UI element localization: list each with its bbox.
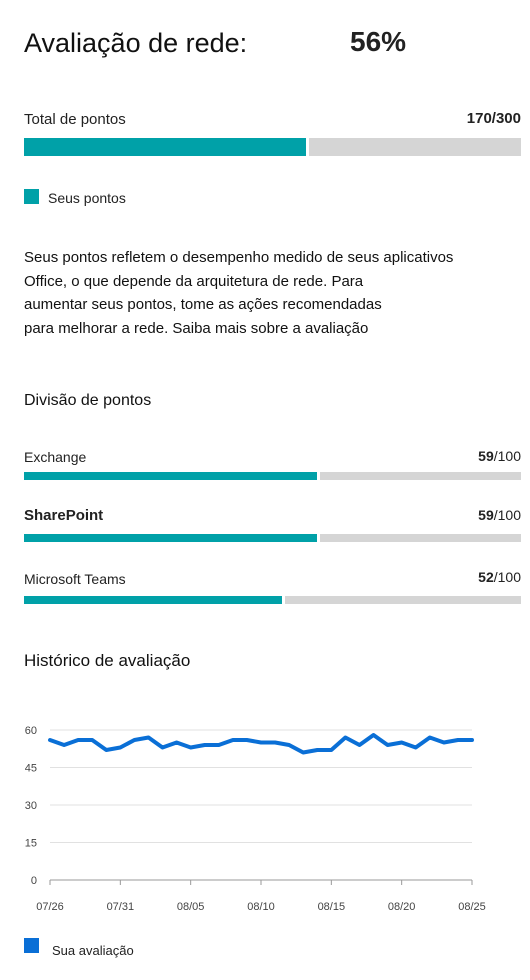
description-line: para melhorar a rede. Saiba mais sobre a… [24,319,369,337]
history-legend-swatch [24,938,39,953]
breakdown-bar-fill [24,596,282,604]
x-tick-label: 08/20 [388,901,416,913]
description-line: Office, o que depende da arquitetura de … [24,272,364,290]
total-points-bar [24,138,521,156]
legend-swatch [24,189,39,204]
breakdown-value-exchange: 59/100 [478,448,521,464]
breakdown-title: Divisão de pontos [24,392,152,409]
x-tick-label: 07/31 [107,901,135,913]
history-legend-label: Sua avaliação [52,943,134,958]
breakdown-bar-fill [24,534,317,542]
description-line: aumentar seus pontos, tome as ações reco… [24,296,382,313]
breakdown-bar-divider [317,472,320,480]
y-tick-label: 60 [25,725,37,737]
breakdown-label-teams: Microsoft Teams [24,571,126,587]
history-line-chart: 0 15 30 45 60 07/26 07/31 08/05 08/10 08/15 08/20 0… [25,725,486,913]
x-tick-label: 08/25 [458,901,486,913]
total-points-bar-divider [306,138,309,156]
legend-label: Seus pontos [48,190,126,206]
series-line [48,733,474,755]
overall-score-percent: 56% [350,26,407,57]
x-tick-label: 08/10 [247,901,275,913]
description-text: Seus pontos refletem o desempenho medido… [24,246,514,340]
breakdown-bar-divider [317,534,320,542]
breakdown-label-exchange: Exchange [24,449,87,465]
y-tick-label: 30 [25,800,37,812]
page-title: Avaliação de rede: [24,28,248,58]
breakdown-value-teams: 52/100 [478,569,521,585]
description-line: Seus pontos refletem o desempenho medido… [24,249,454,266]
breakdown-bar-sharepoint [24,534,521,542]
y-tick-label: 45 [25,763,37,775]
total-points-value: 170/300 [466,110,521,127]
breakdown-bar-fill [24,472,317,480]
total-points-bar-fill [24,138,306,156]
y-tick-label: 15 [25,838,37,850]
breakdown-bar-teams [24,596,521,604]
breakdown-value-sharepoint: 59/100 [478,507,521,523]
x-tick-label: 08/05 [177,901,205,913]
x-tick-label: 07/26 [36,901,64,913]
breakdown-label-sharepoint: SharePoint [24,507,104,524]
y-tick-label: 0 [31,875,37,887]
x-tick-label: 08/15 [318,901,346,913]
breakdown-bar-divider [282,596,285,604]
total-points-label: Total de pontos [24,111,126,128]
history-title: Histórico de avaliação [24,651,191,670]
breakdown-bar-exchange [24,472,521,480]
